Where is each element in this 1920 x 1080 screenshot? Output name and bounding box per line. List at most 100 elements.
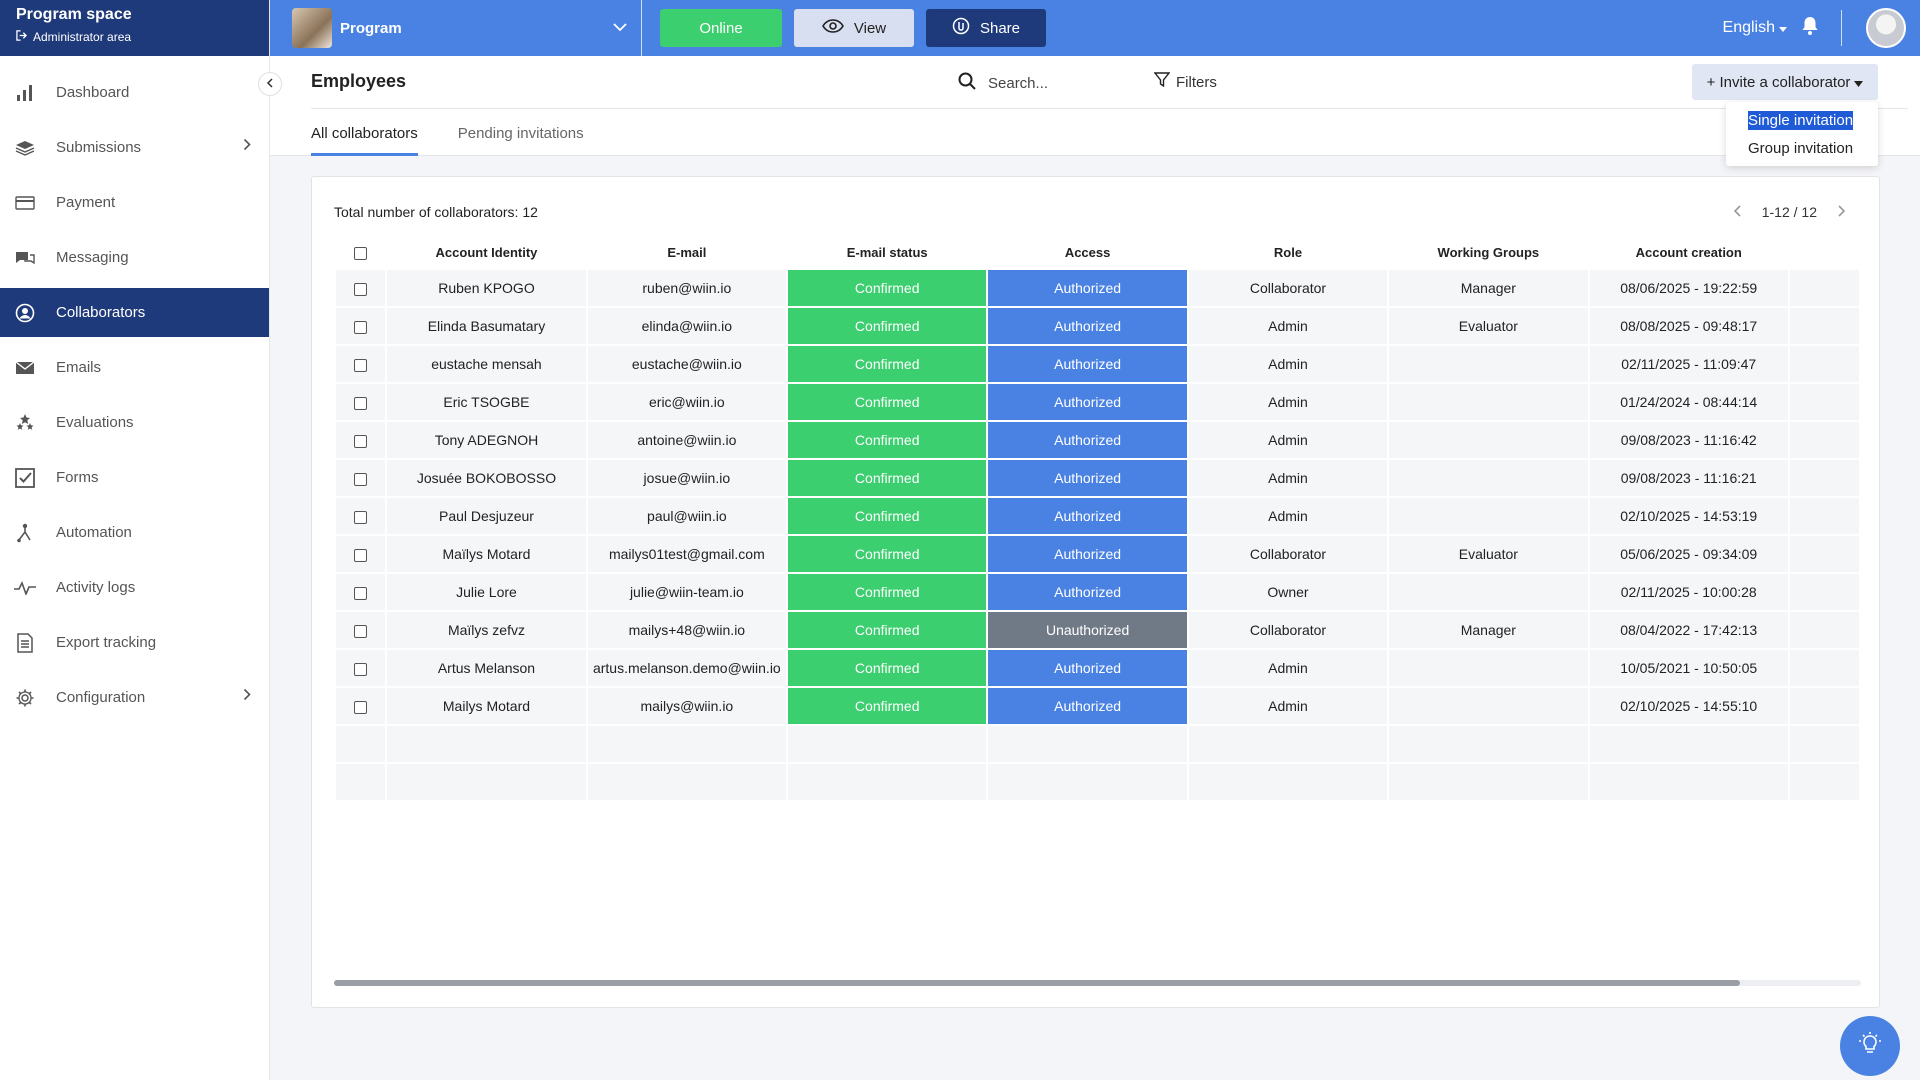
table-row[interactable]: Josuée BOKOBOSSO josue@wiin.io Confirmed Au… bbox=[336, 460, 1859, 496]
sidebar-item-emails[interactable]: Emails bbox=[0, 343, 269, 392]
table-row[interactable]: Maïlys zefvz mailys+48@wiin.io Confirmed Un… bbox=[336, 612, 1859, 648]
program-thumbnail bbox=[292, 8, 332, 48]
help-button[interactable] bbox=[1840, 1016, 1900, 1076]
table-row[interactable]: Julie Lore julie@wiin-team.io Confirmed Aut… bbox=[336, 574, 1859, 610]
empty-row bbox=[336, 764, 1859, 800]
language-label: English bbox=[1722, 19, 1775, 36]
row-checkbox[interactable] bbox=[354, 282, 368, 296]
sidebar-item-evaluations[interactable]: Evaluations bbox=[0, 398, 269, 447]
collapse-sidebar-button[interactable] bbox=[258, 72, 282, 96]
sidebar-item-label: Messaging bbox=[56, 249, 129, 266]
cell-role: Admin bbox=[1188, 498, 1388, 534]
empty-cell bbox=[1389, 764, 1588, 800]
empty-cell bbox=[788, 726, 987, 762]
row-checkbox[interactable] bbox=[354, 396, 368, 410]
row-select-cell bbox=[336, 346, 386, 382]
cell-role: Owner bbox=[1188, 574, 1388, 610]
cell-account-creation: 02/11/2025 - 10:00:28 bbox=[1589, 574, 1788, 610]
view-button[interactable]: View bbox=[794, 9, 914, 47]
column-header-account-identity[interactable]: Account Identity bbox=[387, 236, 586, 268]
column-header-working-groups[interactable]: Working Groups bbox=[1389, 236, 1588, 268]
chevron-left-icon[interactable] bbox=[1733, 204, 1742, 220]
empty-cell bbox=[587, 726, 787, 762]
share-button[interactable]: Share bbox=[926, 9, 1046, 47]
row-checkbox[interactable] bbox=[354, 320, 368, 334]
cell-extra bbox=[1789, 270, 1859, 306]
user-avatar[interactable] bbox=[1866, 8, 1906, 48]
eye-icon bbox=[821, 19, 844, 37]
sidebar-item-activity-logs[interactable]: Activity logs bbox=[0, 563, 269, 612]
cell-role: Collaborator bbox=[1188, 270, 1388, 306]
sidebar-item-dashboard[interactable]: Dashboard bbox=[0, 68, 269, 117]
online-button[interactable]: Online bbox=[660, 9, 782, 47]
table-row[interactable]: Tony ADEGNOH antoine@wiin.io Confirmed Auth… bbox=[336, 422, 1859, 458]
filters-button[interactable]: Filters bbox=[1153, 72, 1217, 92]
filter-icon bbox=[1153, 72, 1171, 92]
cell-email-status: Confirmed bbox=[788, 536, 987, 572]
table-row[interactable]: Ruben KPOGO ruben@wiin.io Confirmed Authori… bbox=[336, 270, 1859, 306]
table-row[interactable]: Maïlys Motard mailys01test@gmail.com Confi… bbox=[336, 536, 1859, 572]
language-selector[interactable]: English bbox=[1723, 19, 1787, 37]
empty-cell bbox=[587, 764, 787, 800]
menu-item-single-invitation[interactable]: Single invitation bbox=[1726, 106, 1878, 134]
tab-pending-invitations[interactable]: Pending invitations bbox=[458, 110, 584, 156]
row-checkbox[interactable] bbox=[354, 472, 368, 486]
row-checkbox[interactable] bbox=[354, 434, 368, 448]
table-row[interactable]: Paul Desjuzeur paul@wiin.io Confirmed Autho… bbox=[336, 498, 1859, 534]
table-header-row: Account Identity E-mail E-mail status Acces… bbox=[336, 236, 1859, 268]
gear-icon bbox=[14, 687, 36, 709]
sidebar-item-export-tracking[interactable]: Export tracking bbox=[0, 618, 269, 667]
column-header-e-mail[interactable]: E-mail bbox=[587, 236, 787, 268]
row-checkbox[interactable] bbox=[354, 662, 368, 676]
row-checkbox[interactable] bbox=[354, 700, 368, 714]
sidebar-item-forms[interactable]: Forms bbox=[0, 453, 269, 502]
sidebar-item-payment[interactable]: Payment bbox=[0, 178, 269, 227]
cell-account-identity: Maïlys Motard bbox=[387, 536, 586, 572]
cell-extra bbox=[1789, 536, 1859, 572]
table-row[interactable]: Artus Melanson artus.melanson.demo@wiin.i… bbox=[336, 650, 1859, 686]
empty-cell bbox=[788, 764, 987, 800]
menu-item-group-invitation[interactable]: Group invitation bbox=[1726, 134, 1878, 162]
table-row[interactable]: Eric TSOGBE eric@wiin.io Confirmed Authoriz… bbox=[336, 384, 1859, 420]
notifications-bell-icon[interactable] bbox=[1801, 16, 1819, 41]
program-selector[interactable]: Program bbox=[292, 0, 642, 56]
sidebar-item-submissions[interactable]: Submissions bbox=[0, 123, 269, 172]
sidebar-item-label: Dashboard bbox=[56, 84, 130, 101]
search-box[interactable]: Search... bbox=[958, 72, 1048, 94]
cell-working-groups bbox=[1389, 460, 1588, 496]
cell-working-groups bbox=[1389, 650, 1588, 686]
scrollbar-thumb[interactable] bbox=[334, 980, 1740, 986]
cell-role: Collaborator bbox=[1188, 536, 1388, 572]
table-row[interactable]: eustache mensah eustache@wiin.io Confirmed… bbox=[336, 346, 1859, 382]
row-checkbox[interactable] bbox=[354, 548, 368, 562]
tab-all-collaborators[interactable]: All collaborators bbox=[311, 110, 418, 156]
search-input[interactable]: Search... bbox=[988, 75, 1048, 92]
column-header-role[interactable]: Role bbox=[1188, 236, 1388, 268]
cell-account-identity: Eric TSOGBE bbox=[387, 384, 586, 420]
admin-area-link[interactable]: Administrator area bbox=[16, 30, 253, 44]
empty-cell bbox=[1188, 764, 1388, 800]
cell-working-groups: Manager bbox=[1389, 612, 1588, 648]
select-all-checkbox[interactable] bbox=[354, 246, 368, 260]
column-header-account-creation[interactable]: Account creation bbox=[1589, 236, 1788, 268]
cell-working-groups: Evaluator bbox=[1389, 308, 1588, 344]
horizontal-scrollbar[interactable] bbox=[334, 980, 1861, 986]
row-checkbox[interactable] bbox=[354, 586, 368, 600]
row-checkbox[interactable] bbox=[354, 510, 368, 524]
sidebar-item-automation[interactable]: Automation bbox=[0, 508, 269, 557]
cell-account-creation: 09/08/2023 - 11:16:42 bbox=[1589, 422, 1788, 458]
invite-collaborator-button[interactable]: + Invite a collaborator bbox=[1692, 64, 1878, 100]
sidebar-item-messaging[interactable]: Messaging bbox=[0, 233, 269, 282]
column-header-e-mail-status[interactable]: E-mail status bbox=[788, 236, 987, 268]
table-row[interactable]: Elinda Basumatary elinda@wiin.io Confirmed… bbox=[336, 308, 1859, 344]
row-checkbox[interactable] bbox=[354, 358, 368, 372]
table-row[interactable]: Mailys Motard mailys@wiin.io Confirmed Auth… bbox=[336, 688, 1859, 724]
empty-cell bbox=[1589, 726, 1788, 762]
empty-cell bbox=[336, 764, 386, 800]
empty-cell bbox=[387, 764, 586, 800]
sidebar-item-collaborators[interactable]: Collaborators bbox=[0, 288, 269, 337]
row-checkbox[interactable] bbox=[354, 624, 368, 638]
chevron-right-icon[interactable] bbox=[1837, 204, 1846, 220]
column-header-access[interactable]: Access bbox=[988, 236, 1187, 268]
sidebar-item-configuration[interactable]: Configuration bbox=[0, 673, 269, 722]
